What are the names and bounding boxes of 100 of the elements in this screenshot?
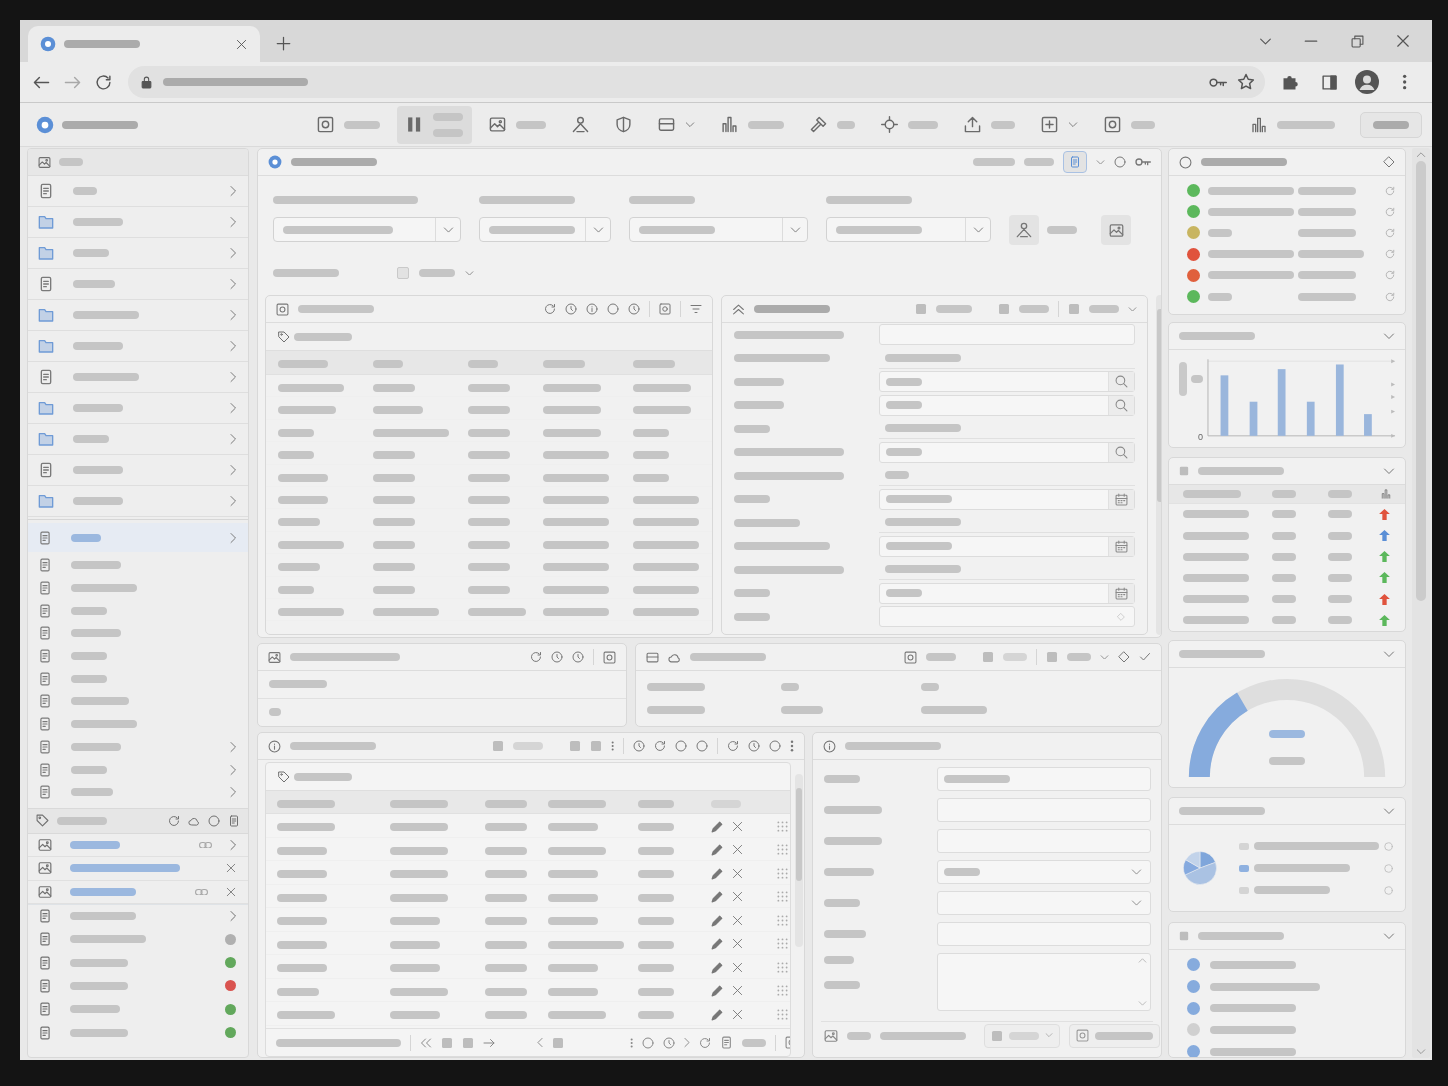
clock-icon[interactable] — [565, 303, 577, 315]
close-icon[interactable] — [732, 1008, 743, 1020]
ring-icon[interactable] — [642, 1036, 655, 1049]
search-button[interactable] — [1108, 395, 1134, 415]
toolbar-button[interactable] — [397, 105, 472, 144]
double-chevron-left-icon[interactable] — [420, 1036, 432, 1049]
input-field[interactable] — [937, 922, 1151, 946]
check-circle[interactable] — [1187, 958, 1200, 972]
chevron-down-icon[interactable] — [1138, 1001, 1147, 1006]
forward-icon[interactable] — [483, 1036, 495, 1049]
grip-icon[interactable] — [777, 891, 788, 902]
input-field[interactable] — [937, 829, 1151, 853]
select-field[interactable] — [273, 217, 461, 242]
close-icon[interactable] — [226, 863, 236, 874]
refresh-icon[interactable] — [544, 303, 556, 315]
input-field[interactable] — [937, 767, 1151, 791]
ring-icon[interactable] — [208, 814, 220, 827]
chevron-down-icon[interactable] — [1383, 807, 1395, 815]
chevron-down-icon[interactable] — [1096, 159, 1105, 165]
pencil-icon[interactable] — [711, 937, 724, 950]
profile-button[interactable] — [1352, 67, 1382, 97]
close-icon[interactable] — [226, 886, 236, 897]
more-icon[interactable] — [610, 741, 614, 751]
diamond-icon[interactable] — [1383, 156, 1395, 168]
clock-icon[interactable] — [633, 740, 645, 752]
frame-icon[interactable] — [904, 650, 917, 664]
date-field[interactable] — [879, 488, 1135, 510]
ring-icon[interactable] — [769, 740, 781, 752]
toolbar-button[interactable] — [1360, 111, 1422, 138]
more-icon[interactable] — [790, 740, 794, 752]
chevron-down-icon[interactable] — [1131, 900, 1142, 906]
close-icon[interactable] — [732, 914, 743, 926]
close-icon[interactable] — [732, 938, 743, 949]
calendar-button[interactable] — [1108, 583, 1134, 603]
check-circle[interactable] — [1187, 1001, 1200, 1015]
pencil-icon[interactable] — [711, 984, 724, 997]
select-field[interactable] — [629, 217, 808, 242]
close-icon[interactable] — [732, 867, 743, 879]
select-field[interactable] — [479, 217, 611, 242]
pencil-icon[interactable] — [711, 913, 724, 927]
document-icon[interactable] — [720, 1036, 734, 1049]
grip-icon[interactable] — [777, 985, 788, 996]
toolbar-button[interactable] — [1063, 151, 1087, 173]
clock-icon[interactable] — [748, 740, 760, 752]
info-icon[interactable] — [586, 303, 598, 315]
clock-icon[interactable] — [572, 651, 584, 663]
close-icon[interactable] — [732, 891, 743, 902]
chevron-down-icon[interactable] — [1383, 932, 1395, 940]
grip-icon[interactable] — [777, 844, 788, 855]
pencil-icon[interactable] — [711, 843, 724, 856]
clock-icon[interactable] — [551, 651, 563, 663]
search-button[interactable] — [1108, 442, 1134, 462]
key-icon[interactable] — [1135, 158, 1151, 166]
grip-icon[interactable] — [777, 938, 788, 949]
input-field[interactable] — [937, 798, 1151, 822]
chevron-left-icon[interactable] — [537, 1037, 543, 1048]
ring-icon[interactable] — [696, 740, 708, 752]
toolbar-button[interactable] — [1101, 215, 1131, 245]
date-field[interactable] — [879, 535, 1135, 557]
pencil-icon[interactable] — [711, 819, 724, 833]
date-field[interactable] — [879, 582, 1135, 604]
chevron-down-icon[interactable] — [1128, 306, 1137, 312]
filter-icon[interactable] — [690, 303, 702, 315]
grip-icon[interactable] — [777, 1008, 788, 1020]
frame-icon[interactable] — [659, 303, 671, 315]
chevron-down-icon[interactable] — [1416, 1048, 1426, 1054]
pencil-icon[interactable] — [711, 890, 724, 903]
refresh-icon[interactable] — [1385, 249, 1395, 260]
chevron-down-icon[interactable] — [1383, 332, 1395, 340]
browser-tab[interactable] — [28, 26, 260, 62]
search-field[interactable] — [879, 441, 1135, 463]
toolbar-button[interactable] — [1009, 215, 1039, 245]
diamond-icon[interactable] — [1118, 651, 1130, 663]
chevron-down-icon[interactable] — [1131, 869, 1142, 875]
chevron-down-icon[interactable] — [465, 270, 474, 276]
close-icon[interactable] — [732, 985, 743, 996]
ring-icon[interactable] — [607, 303, 619, 315]
select-field[interactable] — [826, 217, 991, 242]
refresh-icon[interactable] — [1385, 185, 1395, 196]
pencil-icon[interactable] — [711, 866, 724, 880]
chevron-down-icon[interactable] — [1383, 650, 1395, 658]
star-icon[interactable] — [1237, 73, 1255, 91]
chevron-down-icon[interactable] — [1100, 654, 1109, 660]
search-field[interactable] — [879, 394, 1135, 416]
checkbox[interactable] — [397, 267, 409, 279]
refresh-icon[interactable] — [654, 740, 666, 752]
close-icon[interactable] — [732, 820, 743, 832]
refresh-icon[interactable] — [1385, 227, 1395, 238]
grip-icon[interactable] — [777, 914, 788, 926]
refresh-icon[interactable] — [530, 651, 542, 663]
select-field[interactable] — [937, 860, 1151, 884]
search-button[interactable] — [1108, 372, 1134, 392]
pencil-icon[interactable] — [711, 960, 724, 974]
grip-icon[interactable] — [777, 961, 788, 973]
check-circle[interactable] — [1187, 1023, 1200, 1037]
grip-icon[interactable] — [777, 867, 788, 879]
check-icon[interactable] — [1139, 651, 1151, 663]
search-field[interactable] — [879, 371, 1135, 393]
clock-icon[interactable] — [628, 303, 640, 315]
more-icon[interactable] — [630, 1037, 634, 1048]
